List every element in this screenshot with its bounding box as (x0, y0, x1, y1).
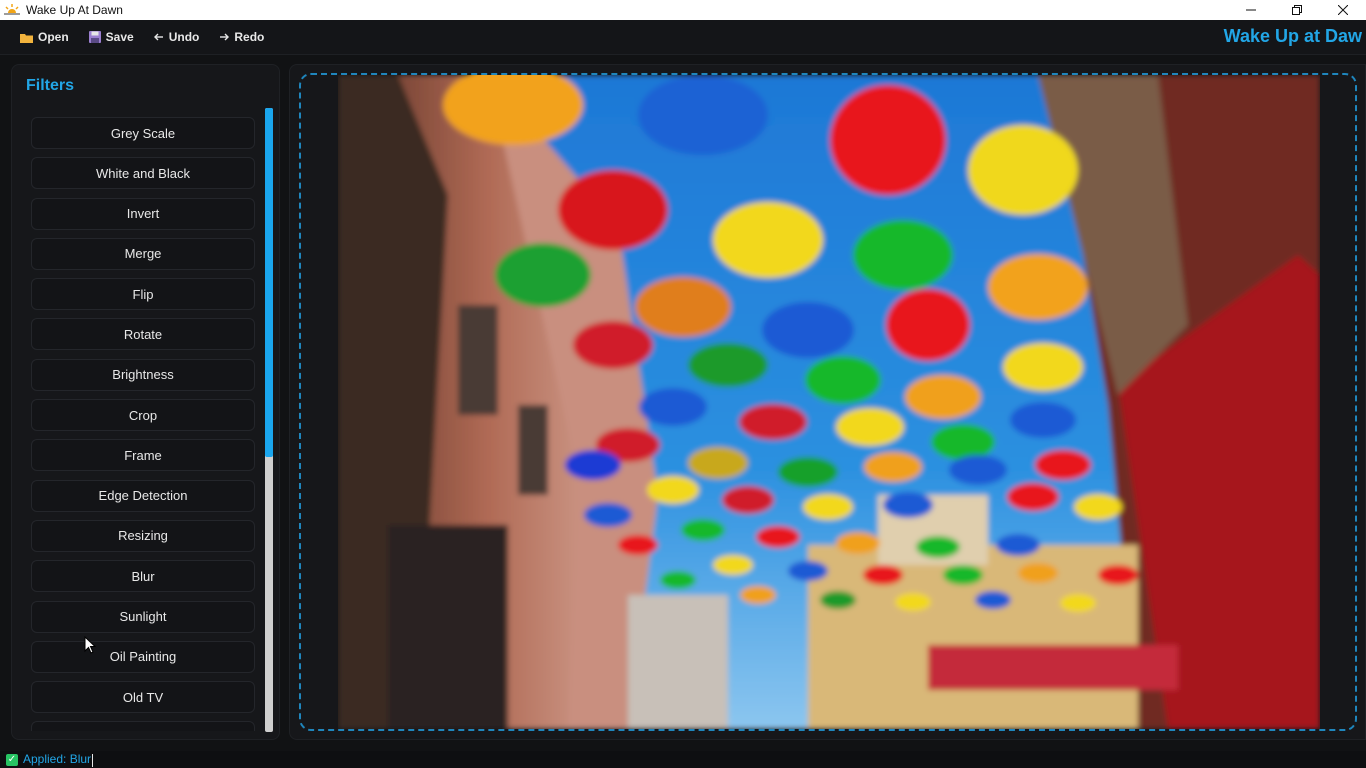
open-label: Open (38, 30, 69, 44)
filters-panel: Filters Grey Scale White and Black Invert M… (11, 64, 280, 740)
filter-button[interactable]: Rotate (31, 318, 255, 351)
save-button[interactable]: Save (88, 30, 134, 44)
window-controls (1228, 0, 1366, 20)
folder-icon (20, 32, 33, 43)
filter-button[interactable]: Merge (31, 237, 255, 270)
restore-icon (1292, 5, 1302, 15)
redo-button[interactable]: Redo (219, 30, 264, 44)
filter-button[interactable]: Invert (31, 197, 255, 230)
filter-button-partial[interactable] (31, 721, 255, 731)
filter-button[interactable]: Oil Painting (31, 640, 255, 673)
filters-title: Filters (26, 77, 75, 94)
undo-arrow-icon (153, 33, 164, 41)
redo-label: Redo (234, 30, 265, 44)
title-bar: Wake Up At Dawn (0, 0, 1366, 20)
filter-button[interactable]: Blur (31, 560, 255, 593)
floppy-disk-icon (88, 31, 101, 43)
toolbar: Open Save Undo Redo Wake Up at Daw (0, 20, 1366, 55)
checkbox-checked-icon: ✓ (6, 753, 18, 766)
minimize-button[interactable] (1228, 0, 1274, 20)
window-title: Wake Up At Dawn (26, 3, 123, 17)
minimize-icon (1246, 9, 1256, 11)
status-text: Applied: Blur (23, 752, 94, 767)
image-preview (338, 75, 1320, 729)
save-label: Save (105, 30, 134, 44)
filter-button[interactable]: Frame (31, 439, 255, 472)
close-icon (1338, 5, 1348, 15)
filter-button[interactable]: White and Black (31, 157, 255, 190)
open-button[interactable]: Open (20, 30, 69, 44)
app-brand: Wake Up at Daw (1223, 26, 1362, 46)
filter-button[interactable]: Crop (31, 399, 255, 432)
redo-arrow-icon (219, 33, 230, 41)
filter-button[interactable]: Old TV (31, 681, 255, 714)
filters-scrollbar[interactable] (265, 108, 273, 732)
filter-button[interactable]: Flip (31, 278, 255, 311)
mouse-cursor-icon (84, 636, 96, 654)
filter-button[interactable]: Grey Scale (31, 117, 255, 149)
close-button[interactable] (1320, 0, 1366, 20)
undo-label: Undo (168, 30, 200, 44)
sunrise-icon (4, 4, 20, 17)
filter-button[interactable]: Edge Detection (31, 479, 255, 512)
undo-button[interactable]: Undo (153, 30, 200, 44)
restore-button[interactable] (1274, 0, 1320, 20)
filter-list: Grey Scale White and Black Invert Merge Flip… (31, 117, 255, 731)
filter-button[interactable]: Sunlight (31, 600, 255, 633)
filter-button[interactable]: Brightness (31, 358, 255, 391)
status-bar: ✓ Applied: Blur (0, 751, 1366, 768)
text-caret (92, 753, 94, 767)
scrollbar-thumb[interactable] (265, 108, 273, 457)
filter-button[interactable]: Resizing (31, 519, 255, 552)
